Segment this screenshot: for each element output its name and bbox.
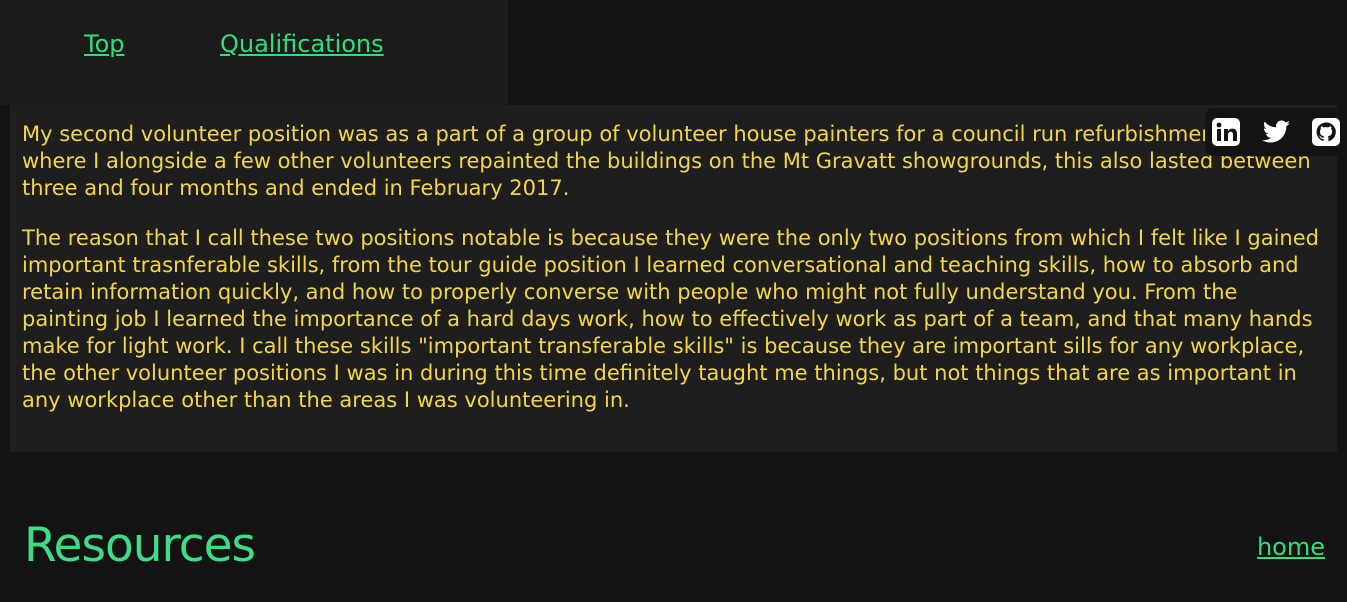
github-icon[interactable]	[1310, 116, 1342, 148]
linkedin-icon[interactable]	[1210, 116, 1242, 148]
social-links-bar	[1205, 108, 1347, 156]
home-link[interactable]: home	[1257, 531, 1325, 563]
top-navigation: Top Qualifications	[0, 0, 508, 105]
nav-link-qualifications[interactable]: Qualifications	[220, 28, 384, 60]
page: Top Qualifications My second volunteer p…	[0, 0, 1347, 602]
paragraph-transferable-skills: The reason that I call these two positio…	[22, 226, 1319, 412]
nav-link-top[interactable]: Top	[84, 28, 125, 60]
paragraph-painting-position: My second volunteer position was as a pa…	[22, 122, 1320, 200]
resources-heading: Resources	[24, 518, 256, 573]
volunteer-content-panel: My second volunteer position was as a pa…	[10, 105, 1337, 452]
twitter-icon[interactable]	[1260, 116, 1292, 148]
